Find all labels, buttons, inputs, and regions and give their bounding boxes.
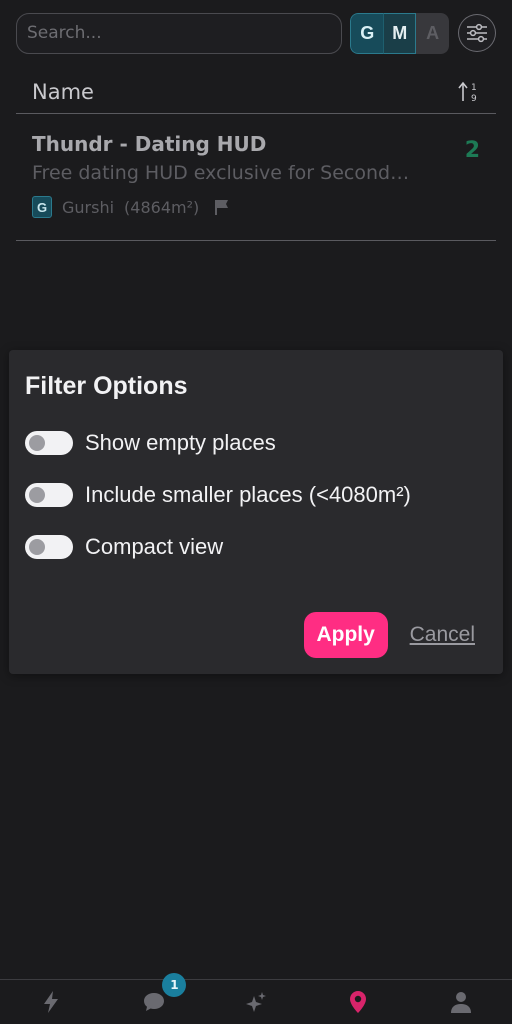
rating-m-toggle[interactable]: M <box>383 12 417 54</box>
option-label: Show empty places <box>85 430 276 455</box>
toggle-knob <box>29 435 45 451</box>
search-input[interactable] <box>16 12 343 54</box>
list-header: Name 1 9 <box>16 70 496 114</box>
toggle-knob <box>29 487 45 503</box>
place-area: (4864m²) <box>124 197 200 217</box>
place-visitor-count: 2 <box>464 138 480 163</box>
nav-item-activity[interactable] <box>0 980 102 1024</box>
filter-options-button[interactable] <box>458 14 497 52</box>
include-smaller-toggle[interactable] <box>25 483 73 507</box>
rating-filter: G M A <box>350 12 450 54</box>
filter-options-dialog: Filter Options Show empty places Include… <box>9 350 503 674</box>
place-list-item[interactable]: Thundr - Dating HUD Free dating HUD excl… <box>16 114 496 241</box>
option-label: Include smaller places (<4080m²) <box>85 482 411 507</box>
sliders-icon <box>467 23 488 43</box>
flag-icon[interactable] <box>213 198 231 216</box>
option-show-empty[interactable]: Show empty places <box>25 425 487 461</box>
toggle-knob <box>29 539 45 555</box>
top-bar: G M A <box>16 12 497 54</box>
nav-item-discover[interactable] <box>205 980 307 1024</box>
rating-a-toggle[interactable]: A <box>416 12 450 54</box>
svg-text:1: 1 <box>471 83 477 93</box>
nav-item-chat[interactable]: 1 <box>102 973 204 1024</box>
dialog-actions: Apply Cancel <box>303 612 475 658</box>
place-title: Thundr - Dating HUD <box>32 132 267 156</box>
apply-button[interactable]: Apply <box>303 612 388 658</box>
compact-view-toggle[interactable] <box>25 535 73 559</box>
place-owner: Gurshi <box>62 197 115 217</box>
option-include-smaller[interactable]: Include smaller places (<4080m²) <box>25 477 487 513</box>
chat-badge: 1 <box>162 973 187 997</box>
svg-text:9: 9 <box>471 94 477 104</box>
chat-icon <box>143 993 164 1011</box>
rating-badge: G <box>32 196 52 218</box>
place-description: Free dating HUD exclusive for Second Lif… <box>32 162 412 184</box>
name-column-header[interactable]: Name <box>32 80 94 104</box>
sparkles-icon <box>246 992 267 1012</box>
sort-numeric-icon[interactable]: 1 9 <box>458 80 480 104</box>
place-meta: G Gurshi (4864m²) <box>32 196 480 218</box>
nav-item-places[interactable] <box>307 980 409 1024</box>
bottom-nav: 1 <box>0 973 512 1024</box>
option-label: Compact view <box>85 534 224 559</box>
bolt-icon <box>44 991 59 1013</box>
option-compact-view[interactable]: Compact view <box>25 529 487 565</box>
map-pin-icon <box>350 991 367 1013</box>
user-icon <box>450 992 471 1013</box>
dialog-title: Filter Options <box>25 372 188 400</box>
show-empty-toggle[interactable] <box>25 431 73 455</box>
cancel-link[interactable]: Cancel <box>410 623 475 647</box>
rating-g-toggle[interactable]: G <box>350 12 384 54</box>
nav-item-profile[interactable] <box>410 980 512 1024</box>
app-root: G M A Name 1 9 Thundr - Dating HUD Fr <box>0 0 512 1024</box>
filter-options-list: Show empty places Include smaller places… <box>25 425 487 565</box>
